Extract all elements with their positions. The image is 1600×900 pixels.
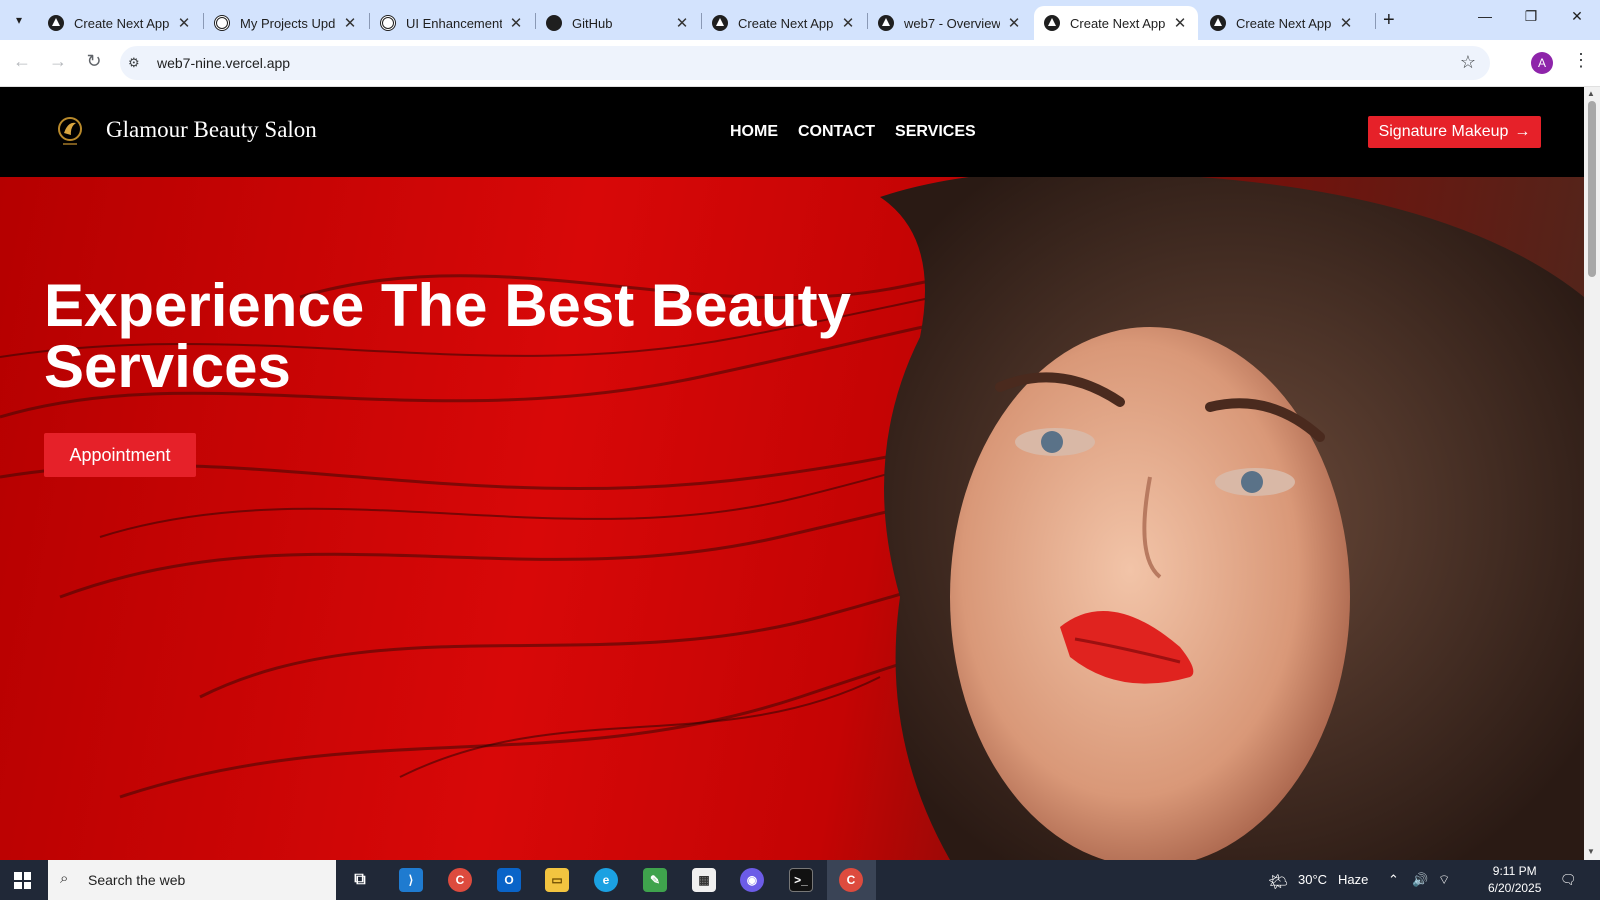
arrow-right-icon: →	[1514, 123, 1531, 140]
openai-icon	[214, 15, 230, 31]
file-explorer-icon[interactable]: ▭	[545, 868, 569, 892]
appointment-button[interactable]: Appointment	[44, 433, 196, 477]
salon-logo-icon[interactable]	[55, 115, 85, 149]
scroll-up-icon[interactable]: ▲	[1587, 89, 1595, 98]
weather-icon[interactable]: 🌤	[1268, 872, 1288, 892]
chrome-profile-icon[interactable]: C	[448, 868, 472, 892]
browser-tab[interactable]: Create Next App ✕	[702, 6, 866, 40]
nav-services[interactable]: SERVICES	[895, 123, 976, 141]
nextjs-icon	[1044, 15, 1060, 31]
window-close-icon[interactable]: ✕	[1567, 8, 1587, 25]
page-scrollbar[interactable]: ▲ ▼	[1584, 87, 1600, 860]
task-view-icon[interactable]: ⧉	[348, 868, 372, 892]
chrome-icon[interactable]: C	[839, 868, 863, 892]
minimize-icon[interactable]: —	[1475, 8, 1495, 24]
nextjs-icon	[48, 15, 64, 31]
hero-section: Experience The Best Beauty Services Appo…	[0, 177, 1584, 860]
weather-temp[interactable]: 30°C	[1298, 872, 1327, 887]
hero-title: Experience The Best Beauty Services	[44, 272, 851, 400]
browser-tab-strip: ▾ Create Next App ✕ My Projects Updat ✕ …	[0, 0, 1600, 40]
restore-icon[interactable]: ❐	[1521, 8, 1541, 25]
close-icon[interactable]: ✕	[674, 14, 690, 32]
back-arrow-icon[interactable]: ←	[10, 51, 34, 72]
browser-toolbar: ← → ↻ ⚙ web7-nine.vercel.app ☆ A ⋮	[0, 40, 1600, 87]
system-clock[interactable]: 9:11 PM 6/20/2025	[1488, 863, 1541, 897]
browser-tab[interactable]: UI Enhancement fo ✕	[370, 6, 534, 40]
address-bar[interactable]: ⚙ web7-nine.vercel.app ☆	[120, 46, 1490, 80]
browser-tab[interactable]: My Projects Updat ✕	[204, 6, 368, 40]
close-icon[interactable]: ✕	[1006, 14, 1022, 32]
bookmark-star-icon[interactable]: ☆	[1460, 52, 1476, 73]
close-icon[interactable]: ✕	[840, 14, 856, 32]
browser-menu-icon[interactable]: ⋮	[1572, 50, 1590, 71]
close-icon[interactable]: ✕	[1338, 14, 1354, 32]
windows-taskbar: ⌕ Search the web ⧉ ⟩ C O ▭ e ✎ ▦ ◉ >_ C …	[0, 860, 1600, 900]
wifi-icon[interactable]: ⌔	[1438, 872, 1450, 888]
browser-tab[interactable]: web7 - Overview - ✕	[868, 6, 1032, 40]
close-icon[interactable]: ✕	[342, 14, 358, 32]
site-header: Glamour Beauty Salon HOME CONTACT SERVIC…	[0, 87, 1584, 177]
browser-tab-active[interactable]: Create Next App ✕	[1034, 6, 1198, 40]
show-hidden-icons-icon[interactable]: ⌃	[1388, 872, 1399, 888]
browser-tab[interactable]: Create Next App ✕	[38, 6, 202, 40]
nextjs-icon	[1210, 15, 1226, 31]
terminal-icon[interactable]: >_	[789, 868, 813, 892]
vscode-icon[interactable]: ⟩	[399, 868, 423, 892]
url-text[interactable]: web7-nine.vercel.app	[157, 55, 290, 71]
site-settings-icon[interactable]: ⚙	[128, 55, 140, 71]
volume-icon[interactable]: 🔊	[1412, 872, 1428, 888]
close-icon[interactable]: ✕	[1172, 14, 1188, 32]
nav-contact[interactable]: CONTACT	[798, 123, 875, 141]
taskbar-search-placeholder: Search the web	[88, 872, 186, 888]
new-tab-plus-icon[interactable]: +	[1383, 9, 1395, 32]
brand-name[interactable]: Glamour Beauty Salon	[106, 117, 317, 143]
vercel-icon	[878, 15, 894, 31]
windows-start-icon[interactable]	[14, 872, 31, 889]
notifications-icon[interactable]: 🗨	[1560, 872, 1577, 888]
clock-date: 6/20/2025	[1488, 881, 1542, 895]
browser-tab[interactable]: Create Next App ✕	[1200, 6, 1364, 40]
close-icon[interactable]: ✕	[508, 14, 524, 32]
signature-makeup-button[interactable]: Signature Makeup →	[1368, 116, 1541, 148]
reload-icon[interactable]: ↻	[82, 51, 106, 72]
scroll-down-icon[interactable]: ▼	[1587, 847, 1595, 856]
github-icon	[546, 15, 562, 31]
nextjs-icon	[712, 15, 728, 31]
clock-time: 9:11 PM	[1492, 864, 1537, 878]
outlook-icon[interactable]: O	[497, 868, 521, 892]
notepad-icon[interactable]: ✎	[643, 868, 667, 892]
discord-icon[interactable]: ◉	[740, 868, 764, 892]
main-nav: HOME CONTACT SERVICES	[730, 123, 976, 141]
taskbar-search[interactable]: ⌕ Search the web	[48, 860, 336, 900]
openai-icon	[380, 15, 396, 31]
tab-search-chevron-icon[interactable]: ▾	[6, 7, 32, 33]
nav-home[interactable]: HOME	[730, 123, 778, 141]
weather-condition[interactable]: Haze	[1338, 872, 1368, 887]
microsoft-store-icon[interactable]: ▦	[692, 868, 716, 892]
browser-tab[interactable]: GitHub ✕	[536, 6, 700, 40]
close-icon[interactable]: ✕	[176, 14, 192, 32]
scroll-thumb[interactable]	[1588, 101, 1596, 277]
edge-icon[interactable]: e	[594, 868, 618, 892]
web-page: Glamour Beauty Salon HOME CONTACT SERVIC…	[0, 87, 1584, 860]
signature-makeup-label: Signature Makeup	[1378, 123, 1509, 140]
search-icon: ⌕	[60, 870, 69, 887]
forward-arrow-icon[interactable]: →	[46, 51, 70, 72]
profile-avatar[interactable]: A	[1531, 52, 1553, 74]
